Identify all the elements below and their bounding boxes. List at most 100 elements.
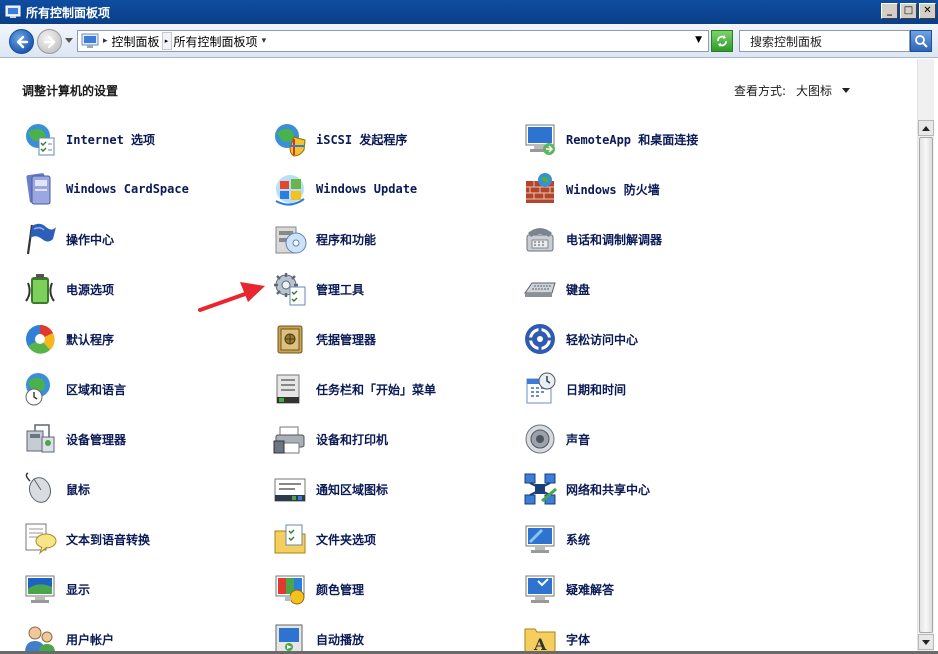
control-panel-item[interactable]: 设备管理器 <box>22 419 126 459</box>
control-panel-item[interactable]: 键盘 <box>522 269 590 309</box>
control-panel-item-label[interactable]: 用户帐户 <box>66 631 114 648</box>
view-by-control[interactable]: 查看方式: 大图标 <box>734 82 851 99</box>
control-panel-item-label[interactable]: Windows 防火墙 <box>566 181 660 198</box>
recent-pages-button[interactable] <box>64 36 74 46</box>
arrow-down-icon <box>922 639 930 645</box>
breadcrumb-separator[interactable]: ▸ <box>161 32 172 50</box>
control-panel-item[interactable]: 默认程序 <box>22 319 114 359</box>
control-panel-item[interactable]: Internet 选项 <box>22 119 155 159</box>
control-panel-item-label[interactable]: 显示 <box>66 581 90 598</box>
control-panel-icon <box>5 5 21 18</box>
control-panel-item-label[interactable]: 疑难解答 <box>566 581 614 598</box>
control-panel-item-label[interactable]: 鼠标 <box>66 481 90 498</box>
control-panel-item[interactable]: iSCSI 发起程序 <box>272 119 407 159</box>
chevron-right-icon[interactable]: ▸ <box>103 36 108 46</box>
control-panel-item[interactable]: 颜色管理 <box>272 569 364 609</box>
control-panel-item-label[interactable]: iSCSI 发起程序 <box>316 131 407 148</box>
control-panel-item[interactable]: 声音 <box>522 419 590 459</box>
control-panel-item[interactable]: 区域和语言 <box>22 369 126 409</box>
window-title: 所有控制面板项 <box>26 5 111 20</box>
control-panel-item-label[interactable]: 键盘 <box>566 281 590 298</box>
breadcrumb-all-items[interactable]: 所有控制面板项 <box>174 33 258 50</box>
control-panel-item-label[interactable]: 默认程序 <box>66 331 114 348</box>
control-panel-item[interactable]: 文件夹选项 <box>272 519 376 559</box>
control-panel-item-label[interactable]: 字体 <box>566 631 590 648</box>
control-panel-item-label[interactable]: 任务栏和「开始」菜单 <box>316 381 436 398</box>
control-panel-item-label[interactable]: 声音 <box>566 431 590 448</box>
control-panel-item-label[interactable]: 通知区域图标 <box>316 481 388 498</box>
control-panel-item[interactable]: 用户帐户 <box>22 619 114 654</box>
control-panel-item-label[interactable]: 区域和语言 <box>66 381 126 398</box>
address-bar[interactable]: ▸ 控制面板 ▸ 所有控制面板项 ▾ ▼ <box>77 30 709 52</box>
control-panel-item-label[interactable]: Internet 选项 <box>66 131 155 148</box>
control-panel-item[interactable]: 管理工具 <box>272 269 364 309</box>
control-panel-item[interactable]: A 字体 <box>522 619 590 654</box>
control-panel-item-label[interactable]: 系统 <box>566 531 590 548</box>
back-button[interactable] <box>9 29 34 54</box>
ease-of-access-icon <box>525 324 555 354</box>
control-panel-item[interactable]: 任务栏和「开始」菜单 <box>272 369 436 409</box>
control-panel-item[interactable]: 网络和共享中心 <box>522 469 650 509</box>
view-by-value[interactable]: 大图标 <box>796 82 832 99</box>
control-panel-item-label[interactable]: 轻松访问中心 <box>566 331 638 348</box>
control-panel-item[interactable]: 系统 <box>522 519 590 559</box>
control-panel-item[interactable]: 电源选项 <box>22 269 114 309</box>
control-panel-item[interactable]: 操作中心 <box>22 219 114 259</box>
control-panel-item-label[interactable]: 设备和打印机 <box>316 431 388 448</box>
control-panel-item[interactable]: 自动播放 <box>272 619 364 654</box>
control-panel-item[interactable]: 轻松访问中心 <box>522 319 638 359</box>
refresh-button[interactable] <box>711 30 733 52</box>
control-panel-item[interactable]: Windows 防火墙 <box>522 169 660 209</box>
control-panel-item[interactable]: 日期和时间 <box>522 369 626 409</box>
scroll-down-button[interactable] <box>918 634 934 650</box>
control-panel-item-label[interactable]: 程序和功能 <box>316 231 376 248</box>
control-panel-item-label[interactable]: 自动播放 <box>316 631 364 648</box>
title-bar[interactable]: 所有控制面板项 _ □ ✕ <box>0 0 938 24</box>
breadcrumb-control-panel[interactable]: 控制面板 <box>112 33 160 50</box>
control-panel-item-label[interactable]: 电源选项 <box>66 281 114 298</box>
search-input[interactable]: 搜索控制面板 <box>739 30 910 52</box>
scroll-thumb[interactable] <box>919 137 933 633</box>
control-panel-item[interactable]: Windows CardSpace <box>22 169 189 209</box>
maximize-button[interactable]: □ <box>900 3 917 19</box>
remote-desktop-icon <box>525 124 555 155</box>
globe-checklist-icon <box>26 124 55 156</box>
chevron-down-icon[interactable]: ▾ <box>262 36 267 46</box>
control-panel-item[interactable]: 鼠标 <box>22 469 90 509</box>
control-panel-item-label[interactable]: 管理工具 <box>316 281 364 298</box>
control-panel-item-label[interactable]: 日期和时间 <box>566 381 626 398</box>
control-panel-item-label[interactable]: 凭据管理器 <box>316 331 376 348</box>
control-panel-item[interactable]: RemoteApp 和桌面连接 <box>522 119 698 159</box>
control-panel-item-label[interactable]: Windows Update <box>316 182 417 196</box>
navigation-bar: ▸ 控制面板 ▸ 所有控制面板项 ▾ ▼ 搜索控制面板 <box>0 24 938 58</box>
search-button[interactable] <box>910 30 932 52</box>
address-history-dropdown[interactable]: ▼ <box>695 35 702 45</box>
control-panel-item[interactable]: 电话和调制解调器 <box>522 219 662 259</box>
control-panel-item-label[interactable]: 颜色管理 <box>316 581 364 598</box>
taskbar-icon <box>276 374 300 404</box>
control-panel-item-label[interactable]: RemoteApp 和桌面连接 <box>566 131 698 148</box>
control-panel-item[interactable]: Windows Update <box>272 169 417 209</box>
calendar-clock-icon <box>526 372 556 404</box>
control-panel-item-label[interactable]: 操作中心 <box>66 231 114 248</box>
close-button[interactable]: ✕ <box>919 3 936 19</box>
phone-modem-icon <box>526 228 554 252</box>
control-panel-item[interactable]: 疑难解答 <box>522 569 614 609</box>
control-panel-item-label[interactable]: 文件夹选项 <box>316 531 376 548</box>
vertical-scrollbar[interactable] <box>917 59 934 651</box>
control-panel-item[interactable]: 设备和打印机 <box>272 419 388 459</box>
control-panel-item-label[interactable]: Windows CardSpace <box>66 182 189 196</box>
minimize-button[interactable]: _ <box>881 3 898 19</box>
control-panel-item[interactable]: 通知区域图标 <box>272 469 388 509</box>
control-panel-item[interactable]: 显示 <box>22 569 90 609</box>
control-panel-item-label[interactable]: 网络和共享中心 <box>566 481 650 498</box>
control-panel-item[interactable]: 凭据管理器 <box>272 319 376 359</box>
control-panel-item-label[interactable]: 电话和调制解调器 <box>566 231 662 248</box>
forward-button[interactable] <box>37 29 62 54</box>
control-panel-item-label[interactable]: 设备管理器 <box>66 431 126 448</box>
control-panel-item[interactable]: 程序和功能 <box>272 219 376 259</box>
scroll-up-button[interactable] <box>918 120 934 136</box>
control-panel-item-label[interactable]: 文本到语音转换 <box>66 531 150 548</box>
control-panel-item[interactable]: 文本到语音转换 <box>22 519 150 559</box>
chevron-down-icon[interactable] <box>842 88 851 93</box>
